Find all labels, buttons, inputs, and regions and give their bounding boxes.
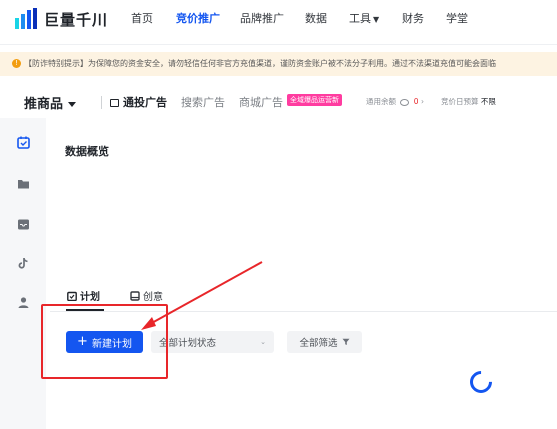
pointer-arrow <box>141 261 263 330</box>
